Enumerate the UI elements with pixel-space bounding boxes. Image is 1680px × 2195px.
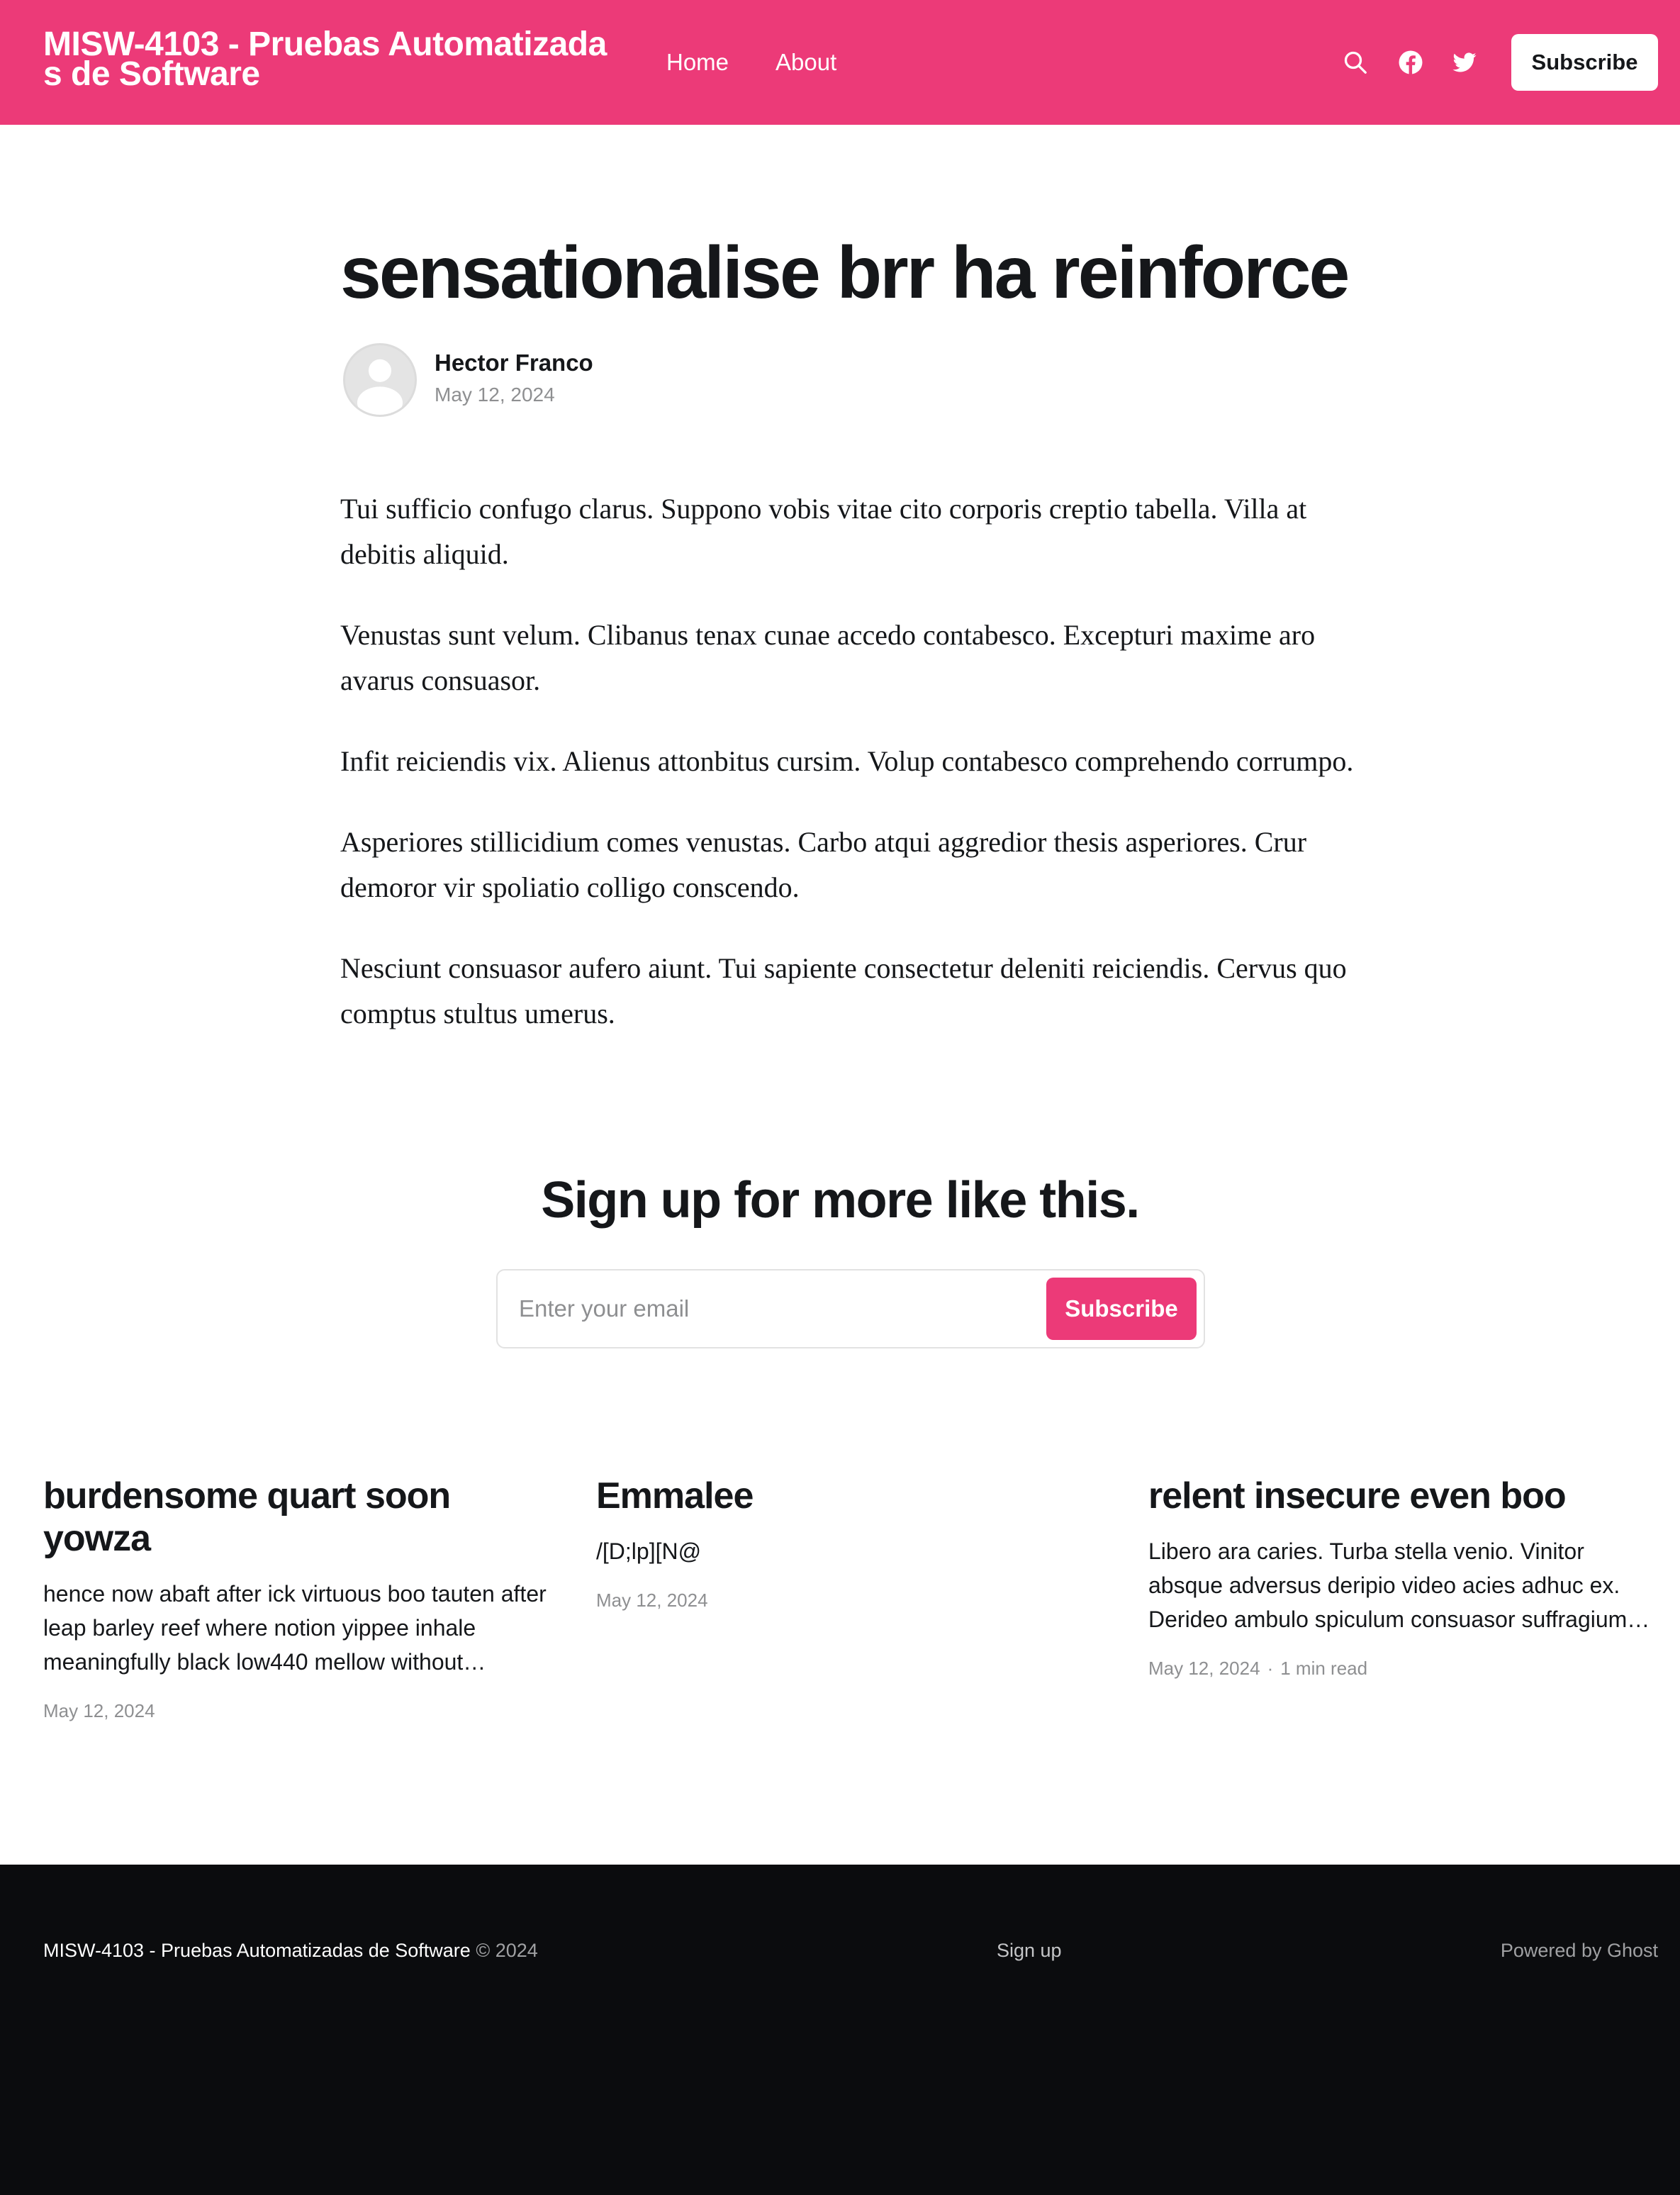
site-footer: MISW-4103 - Pruebas Automatizadas de Sof… [0,1865,1680,2195]
related-post-title[interactable]: Emmalee [596,1475,1107,1517]
footer-site-link[interactable]: MISW-4103 - Pruebas Automatizadas de Sof… [43,1940,471,1961]
related-post-meta: May 12, 2024 · 1 min read [1148,1656,1659,1680]
twitter-icon[interactable] [1450,48,1479,77]
footer-copyright: MISW-4103 - Pruebas Automatizadas de Sof… [43,1938,538,1962]
site-header: MISW-4103 - Pruebas Automatizadas de Sof… [0,0,1680,125]
main-nav: Home About [666,48,836,77]
related-post-date: May 12, 2024 [1148,1658,1260,1679]
related-post-title[interactable]: relent insecure even boo [1148,1475,1659,1517]
header-subscribe-button[interactable]: Subscribe [1511,34,1658,91]
related-post-excerpt: hence now abaft after ick virtuous boo t… [43,1581,547,1675]
avatar[interactable] [343,343,417,417]
related-post-title[interactable]: burdensome quart soon yowza [43,1475,554,1560]
footer-copyright-year: © 2024 [476,1940,538,1961]
nav-home[interactable]: Home [666,48,729,77]
nav-about[interactable]: About [775,48,836,77]
meta-separator: · [1267,1658,1274,1679]
byline: Hector Franco May 12, 2024 [340,343,1361,421]
related-post-reading-time: 1 min read [1280,1658,1368,1679]
paragraph: Asperiores stillicidium comes venustas. … [340,826,1307,903]
footer-powered-by[interactable]: Powered by Ghost [1501,1938,1658,1962]
post-date: May 12, 2024 [435,384,555,406]
related-post-date: May 12, 2024 [43,1700,155,1721]
site-title[interactable]: MISW-4103 - Pruebas Automatizadas de Sof… [43,28,617,91]
author-name[interactable]: Hector Franco [435,349,593,377]
signup-subscribe-button[interactable]: Subscribe [1046,1278,1197,1340]
signup-form: Enter your email Subscribe [496,1269,1205,1348]
paragraph: Infit reiciendis vix. Alienus attonbitus… [340,745,1354,777]
paragraph: Tui sufficio confugo clarus. Suppono vob… [340,493,1307,570]
related-post-excerpt: /[D;lp][N@ [596,1538,702,1564]
related-post-excerpt: Libero ara caries. Turba stella venio. V… [1148,1538,1650,1632]
related-post-card[interactable]: Emmalee /[D;lp][N@ May 12, 2024 [596,1475,1107,1612]
related-post-meta: May 12, 2024 [596,1588,1107,1612]
related-post-card[interactable]: relent insecure even boo Libero ara cari… [1148,1475,1659,1680]
related-post-meta: May 12, 2024 [43,1699,554,1723]
facebook-icon[interactable] [1396,48,1425,77]
post-content: Tui sufficio confugo clarus. Suppono vob… [340,486,1361,1037]
related-post-date: May 12, 2024 [596,1590,708,1611]
paragraph: Nesciunt consuasor aufero aiunt. Tui sap… [340,952,1347,1029]
related-post-card[interactable]: burdensome quart soon yowza hence now ab… [43,1475,554,1723]
signup-cta-title: Sign up for more like this. [541,1172,1140,1229]
article: sensationalise brr ha reinforce Hector F… [340,227,1361,1072]
search-icon[interactable] [1341,48,1370,77]
post-title: sensationalise brr ha reinforce [340,232,1350,314]
paragraph: Venustas sunt velum. Clibanus tenax cuna… [340,619,1316,696]
footer-signup-link[interactable]: Sign up [997,1938,1062,1962]
email-input[interactable]: Enter your email [519,1290,689,1327]
